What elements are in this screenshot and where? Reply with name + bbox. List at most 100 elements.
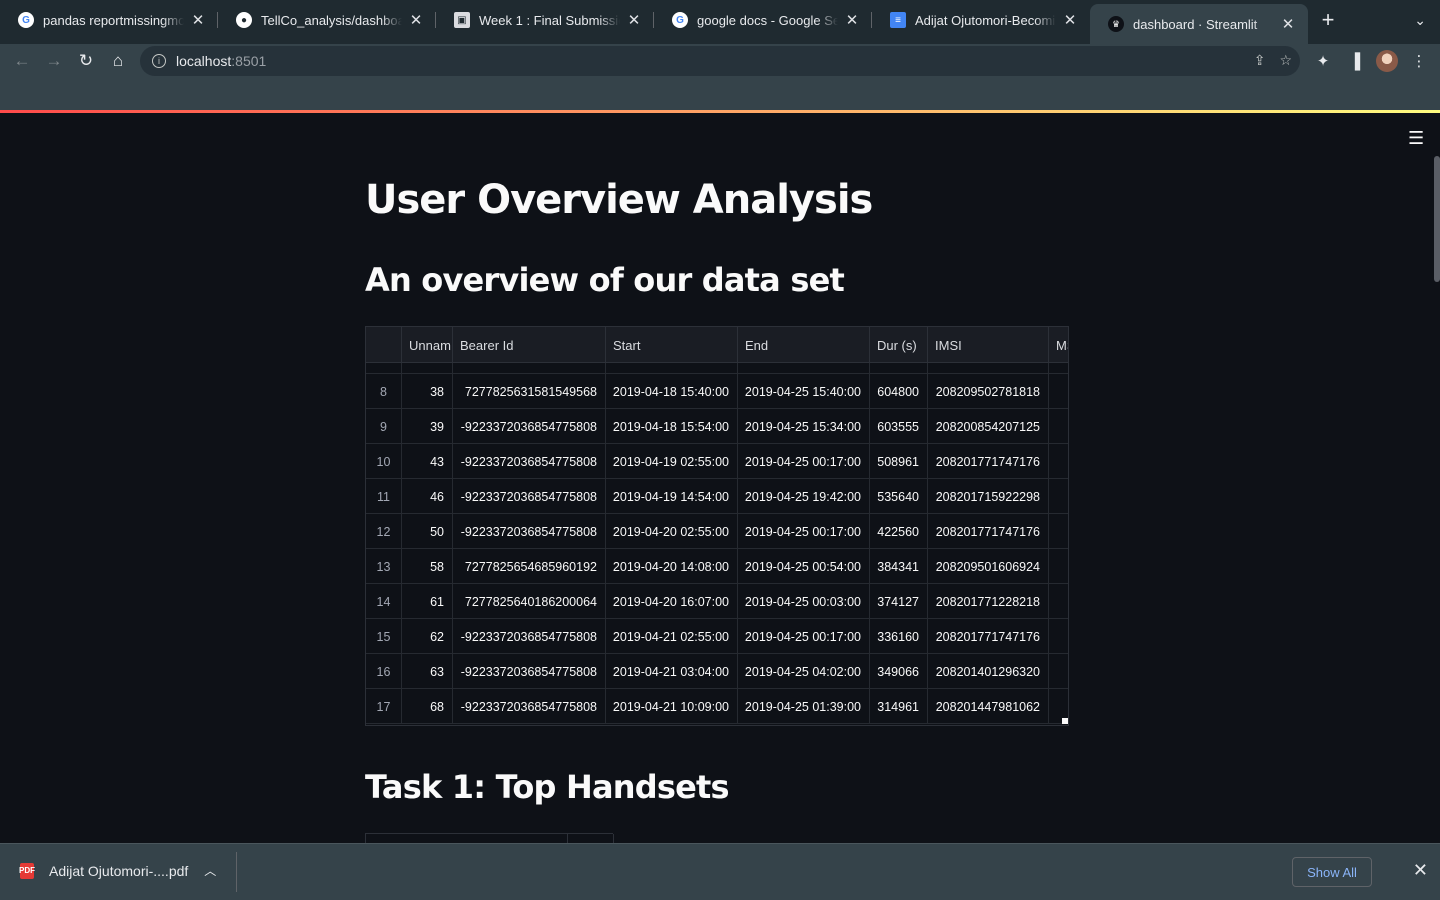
table-cell[interactable]: 2019-04-21 03:04:00 <box>606 654 738 689</box>
table-cell[interactable]: 604800 <box>870 374 928 409</box>
table-cell[interactable]: 508961 <box>870 444 928 479</box>
download-item[interactable]: PDF Adijat Ojutomori-....pdf ︿ <box>19 862 216 879</box>
table-cell[interactable]: 61 <box>402 584 453 619</box>
table-cell[interactable]: 603555 <box>870 409 928 444</box>
table-cell[interactable]: 2019-04-20 14:08:00 <box>606 549 738 584</box>
browser-tab[interactable]: G google docs - Google Search ✕ <box>654 2 872 38</box>
table-cell[interactable]: 39 <box>402 409 453 444</box>
table-cell[interactable]: 208201771747176 <box>928 619 1049 654</box>
back-arrow-icon[interactable]: ← <box>6 45 38 77</box>
table-cell[interactable]: 2019-04-25 19:42:00 <box>738 479 870 514</box>
table-cell[interactable]: 2019-04-25 00:17:00 <box>738 444 870 479</box>
column-header[interactable]: End <box>738 327 870 363</box>
row-index-cell[interactable]: 11 <box>366 479 402 514</box>
table-cell[interactable]: 38 <box>402 374 453 409</box>
browser-tab-active[interactable]: ♛ dashboard · Streamlit ✕ <box>1090 4 1308 44</box>
share-icon[interactable]: ⇪ <box>1254 52 1266 69</box>
table-cell[interactable]: 2019-04-25 00:17:00 <box>738 619 870 654</box>
table-cell[interactable]: 63 <box>402 654 453 689</box>
table-cell[interactable]: 2019-04-25 15:34:00 <box>738 409 870 444</box>
column-header[interactable]: Dur (s) <box>870 327 928 363</box>
table-cell[interactable]: -9223372036854775808 <box>453 409 606 444</box>
column-header[interactable]: IMSI <box>928 327 1049 363</box>
table-cell[interactable]: 349066 <box>870 654 928 689</box>
table-cell[interactable]: 336160 <box>870 619 928 654</box>
table-cell[interactable]: -9223372036854775808 <box>453 689 606 724</box>
table-cell[interactable]: 2019-04-25 00:54:00 <box>738 549 870 584</box>
table-cell[interactable]: 43 <box>402 444 453 479</box>
table-cell[interactable]: -9223372036854775808 <box>453 514 606 549</box>
table-cell[interactable]: 62 <box>402 619 453 654</box>
hamburger-menu-icon[interactable]: ☰ <box>1408 128 1424 149</box>
more-menu-icon[interactable]: ⋮ <box>1408 46 1430 76</box>
row-index-cell[interactable]: 9 <box>366 409 402 444</box>
bookmark-star-icon[interactable]: ☆ <box>1279 52 1292 69</box>
table-cell[interactable]: 208201771747176 <box>928 514 1049 549</box>
new-tab-button[interactable]: + <box>1308 2 1348 38</box>
table-cell[interactable] <box>1049 479 1068 514</box>
page-scrollbar[interactable] <box>1434 156 1440 282</box>
show-all-button[interactable]: Show All <box>1292 857 1372 887</box>
table-cell[interactable]: 7277825640186200064 <box>453 584 606 619</box>
table-cell[interactable] <box>1049 514 1068 549</box>
table-cell[interactable]: 2019-04-20 02:55:00 <box>606 514 738 549</box>
table-cell[interactable]: 535640 <box>870 479 928 514</box>
browser-tab[interactable]: ≡ Adijat Ojutomori-Becoming ✕ <box>872 2 1090 38</box>
table-cell[interactable]: 374127 <box>870 584 928 619</box>
close-tab-icon[interactable]: ✕ <box>408 11 424 29</box>
column-header[interactable]: Bearer Id <box>453 327 606 363</box>
table-cell[interactable]: 384341 <box>870 549 928 584</box>
close-icon[interactable]: ✕ <box>1413 860 1428 881</box>
column-header-index[interactable] <box>366 327 402 363</box>
row-index-cell[interactable]: 12 <box>366 514 402 549</box>
table-cell[interactable]: 208201771228218 <box>928 584 1049 619</box>
table-cell[interactable]: -9223372036854775808 <box>453 619 606 654</box>
table-cell[interactable]: 2019-04-25 15:40:00 <box>738 374 870 409</box>
table-cell[interactable]: 314961 <box>870 689 928 724</box>
row-index-cell[interactable]: 13 <box>366 549 402 584</box>
column-header[interactable]: MS <box>1049 327 1068 363</box>
table-cell[interactable]: 7277825631581549568 <box>453 374 606 409</box>
forward-arrow-icon[interactable]: → <box>38 45 70 77</box>
table-cell[interactable]: 2019-04-25 01:39:00 <box>738 689 870 724</box>
profile-avatar[interactable] <box>1376 50 1398 72</box>
table-cell[interactable]: 46 <box>402 479 453 514</box>
table-cell[interactable]: -9223372036854775808 <box>453 444 606 479</box>
row-index-cell[interactable]: 14 <box>366 584 402 619</box>
table-cell[interactable] <box>1049 444 1068 479</box>
row-index-cell[interactable]: 16 <box>366 654 402 689</box>
table-cell[interactable]: 208201771747176 <box>928 444 1049 479</box>
tab-search-chevron-icon[interactable]: ⌄ <box>1414 12 1426 29</box>
table-cell[interactable]: 2019-04-18 15:54:00 <box>606 409 738 444</box>
column-header[interactable]: Unnam <box>402 327 453 363</box>
table-cell[interactable]: 422560 <box>870 514 928 549</box>
row-index-cell[interactable]: 15 <box>366 619 402 654</box>
close-tab-icon[interactable]: ✕ <box>190 11 206 29</box>
table-cell[interactable]: 58 <box>402 549 453 584</box>
table-cell[interactable]: 2019-04-19 14:54:00 <box>606 479 738 514</box>
table-cell[interactable]: 68 <box>402 689 453 724</box>
browser-tab[interactable]: ● TellCo_analysis/dashboard ✕ <box>218 2 436 38</box>
table-cell[interactable]: 208201447981062 <box>928 689 1049 724</box>
table-cell[interactable] <box>1049 584 1068 619</box>
table-cell[interactable]: -9223372036854775808 <box>453 654 606 689</box>
table-cell[interactable]: 208209502781818 <box>928 374 1049 409</box>
address-bar[interactable]: i localhost:8501 ⇪ ☆ <box>140 46 1300 76</box>
close-tab-icon[interactable]: ✕ <box>1062 11 1078 29</box>
table-cell[interactable]: 2019-04-19 02:55:00 <box>606 444 738 479</box>
home-icon[interactable]: ⌂ <box>102 45 134 77</box>
dataframe-resize-handle[interactable] <box>1062 718 1068 724</box>
table-cell[interactable]: 208201715922298 <box>928 479 1049 514</box>
table-cell[interactable] <box>1049 409 1068 444</box>
table-cell[interactable]: 2019-04-20 16:07:00 <box>606 584 738 619</box>
browser-tab[interactable]: ▣ Week 1 : Final Submission - ✕ <box>436 2 654 38</box>
side-panel-icon[interactable]: ▐ <box>1344 46 1366 76</box>
table-cell[interactable] <box>1049 374 1068 409</box>
extensions-puzzle-icon[interactable]: ✦ <box>1312 46 1334 76</box>
table-cell[interactable]: 2019-04-25 04:02:00 <box>738 654 870 689</box>
browser-tab[interactable]: G pandas reportmissingmodule ✕ <box>0 2 218 38</box>
table-cell[interactable]: 2019-04-18 15:40:00 <box>606 374 738 409</box>
table-cell[interactable]: 208200854207125 <box>928 409 1049 444</box>
table-cell[interactable]: 2019-04-21 02:55:00 <box>606 619 738 654</box>
row-index-cell[interactable]: 17 <box>366 689 402 724</box>
